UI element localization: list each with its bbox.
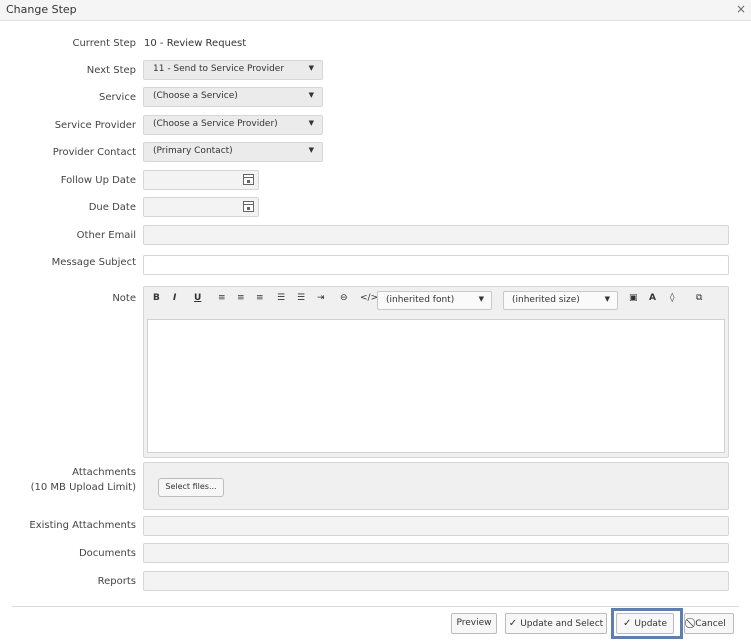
update-label: Update xyxy=(634,619,667,629)
message-subject-label: Message Subject xyxy=(51,257,136,268)
service-select[interactable]: (Choose a Service) ▼ xyxy=(143,87,323,107)
next-step-select[interactable]: 11 - Send to Service Provider ▼ xyxy=(143,60,323,80)
check-icon: ✓ xyxy=(623,618,632,629)
close-icon[interactable]: × xyxy=(736,2,746,16)
code-icon[interactable]: </> xyxy=(360,293,378,303)
update-button[interactable]: ✓ Update xyxy=(616,613,674,634)
upload-limit-label: (10 MB Upload Limit) xyxy=(30,482,136,493)
cancel-label: Cancel xyxy=(695,619,726,629)
select-files-button[interactable]: Select files... xyxy=(158,478,224,497)
font-color-icon[interactable]: A xyxy=(649,293,656,303)
follow-up-date-label: Follow Up Date xyxy=(60,175,136,186)
preview-label: Preview xyxy=(456,618,492,628)
reports-label: Reports xyxy=(97,576,136,587)
bullet-list-icon[interactable]: ☰ xyxy=(277,293,285,303)
dialog-title: Change Step xyxy=(6,3,77,16)
cancel-button[interactable]: ⃠Cancel xyxy=(684,613,734,634)
view-html-icon[interactable]: ⧉ xyxy=(696,293,702,303)
provider-contact-value: (Primary Contact) xyxy=(153,146,233,156)
service-provider-label: Service Provider xyxy=(54,120,136,131)
dialog-titlebar: Change Step × xyxy=(0,0,751,21)
image-icon[interactable]: ▣ xyxy=(629,293,638,303)
align-center-icon[interactable]: ≡ xyxy=(237,293,245,303)
chevron-down-icon: ▼ xyxy=(308,119,314,127)
background-color-icon[interactable]: ◊ xyxy=(670,293,674,303)
note-textarea[interactable] xyxy=(147,319,725,453)
message-subject-field[interactable] xyxy=(143,255,729,275)
bold-icon[interactable]: B xyxy=(153,293,160,303)
align-left-icon[interactable]: ≡ xyxy=(218,293,226,303)
font-value: (inherited font) xyxy=(386,295,455,305)
provider-contact-label: Provider Contact xyxy=(52,147,136,158)
calendar-icon[interactable] xyxy=(243,201,254,212)
size-value: (inherited size) xyxy=(512,295,580,305)
calendar-icon[interactable] xyxy=(243,174,254,185)
due-date-label: Due Date xyxy=(88,202,136,213)
indent-icon[interactable]: ⇥ xyxy=(317,293,325,303)
documents-label: Documents xyxy=(78,548,136,559)
due-date-field[interactable] xyxy=(143,197,259,217)
chevron-down-icon: ▼ xyxy=(604,295,610,303)
service-provider-value: (Choose a Service Provider) xyxy=(153,119,278,129)
note-editor: B I U ≡ ≡ ≡ ☰ ☰ ⇥ ⊖ </> (inherited font)… xyxy=(143,286,729,458)
next-step-label: Next Step xyxy=(86,65,136,76)
chevron-down-icon: ▼ xyxy=(478,295,484,303)
attachments-label: Attachments xyxy=(72,467,136,478)
check-icon: ✓ xyxy=(508,618,518,629)
size-select[interactable]: (inherited size) ▼ xyxy=(503,291,618,310)
chevron-down-icon: ▼ xyxy=(308,91,314,99)
next-step-value: 11 - Send to Service Provider xyxy=(153,64,285,74)
existing-attachments-label: Existing Attachments xyxy=(29,520,136,531)
service-label: Service xyxy=(99,92,136,103)
preview-button[interactable]: Preview xyxy=(451,613,497,634)
italic-icon[interactable]: I xyxy=(173,293,176,303)
follow-up-date-field[interactable] xyxy=(143,170,259,190)
note-label: Note xyxy=(112,293,136,304)
existing-attachments-field xyxy=(143,516,729,536)
chevron-down-icon: ▼ xyxy=(308,64,314,72)
link-icon[interactable]: ⊖ xyxy=(340,293,348,303)
font-select[interactable]: (inherited font) ▼ xyxy=(377,291,492,310)
update-and-select-label: Update and Select xyxy=(520,619,604,629)
provider-contact-select[interactable]: (Primary Contact) ▼ xyxy=(143,142,323,162)
service-provider-select[interactable]: (Choose a Service Provider) ▼ xyxy=(143,115,323,135)
current-step-value: 10 - Review Request xyxy=(144,38,247,49)
underline-icon[interactable]: U xyxy=(194,293,201,303)
other-email-label: Other Email xyxy=(76,230,136,241)
attachments-dropzone[interactable]: Select files... xyxy=(143,462,729,510)
align-right-icon[interactable]: ≡ xyxy=(256,293,264,303)
footer-divider xyxy=(12,606,739,607)
other-email-field[interactable] xyxy=(143,225,729,245)
update-and-select-button[interactable]: ✓ Update and Select xyxy=(505,613,607,634)
current-step-label: Current Step xyxy=(72,38,136,49)
service-value: (Choose a Service) xyxy=(153,91,238,101)
chevron-down-icon: ▼ xyxy=(308,146,314,154)
documents-field xyxy=(143,543,729,563)
reports-field xyxy=(143,571,729,591)
numbered-list-icon[interactable]: ☰ xyxy=(297,293,305,303)
